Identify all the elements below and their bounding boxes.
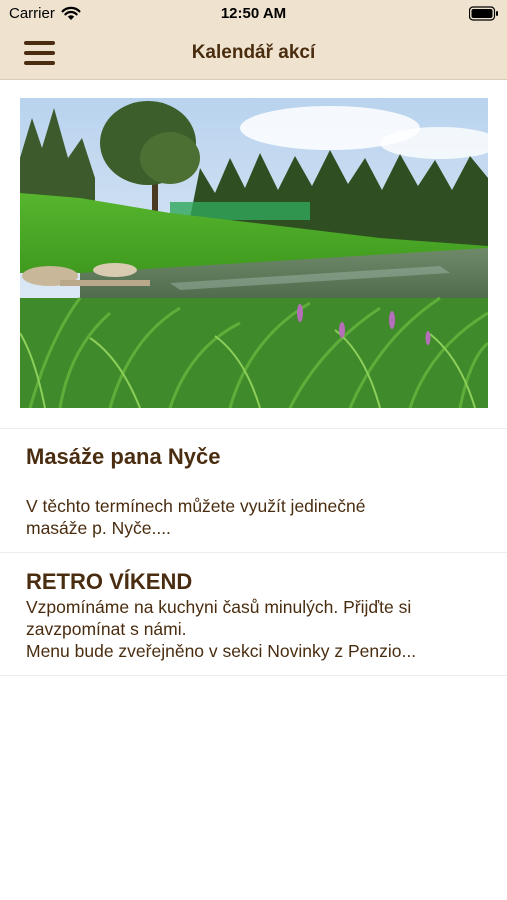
event-item-masaze[interactable]: Masáže pana Nyče V těchto termínech může…: [0, 428, 507, 552]
landscape-image: [20, 98, 488, 408]
event-description: Vzpomínáme na kuchyni časů minulých. Při…: [26, 597, 417, 661]
page-title: Kalendář akcí: [191, 42, 316, 63]
event-item-retro-vikend[interactable]: RETRO VÍKEND Vzpomínáme na kuchyni časů …: [0, 552, 507, 676]
event-description: V těchto termínech můžete využít jedineč…: [26, 496, 366, 538]
event-title: Masáže pana Nyče: [26, 444, 221, 469]
battery-icon: [469, 6, 498, 21]
events-list: Masáže pana Nyče V těchto termínech může…: [0, 428, 507, 676]
navigation-bar: Kalendář akcí: [0, 28, 507, 80]
event-title: RETRO VÍKEND: [26, 569, 193, 594]
status-time: 12:50 AM: [220, 5, 287, 22]
hero-image: [20, 98, 488, 408]
status-bar: Carrier 12:50 AM: [0, 0, 507, 28]
